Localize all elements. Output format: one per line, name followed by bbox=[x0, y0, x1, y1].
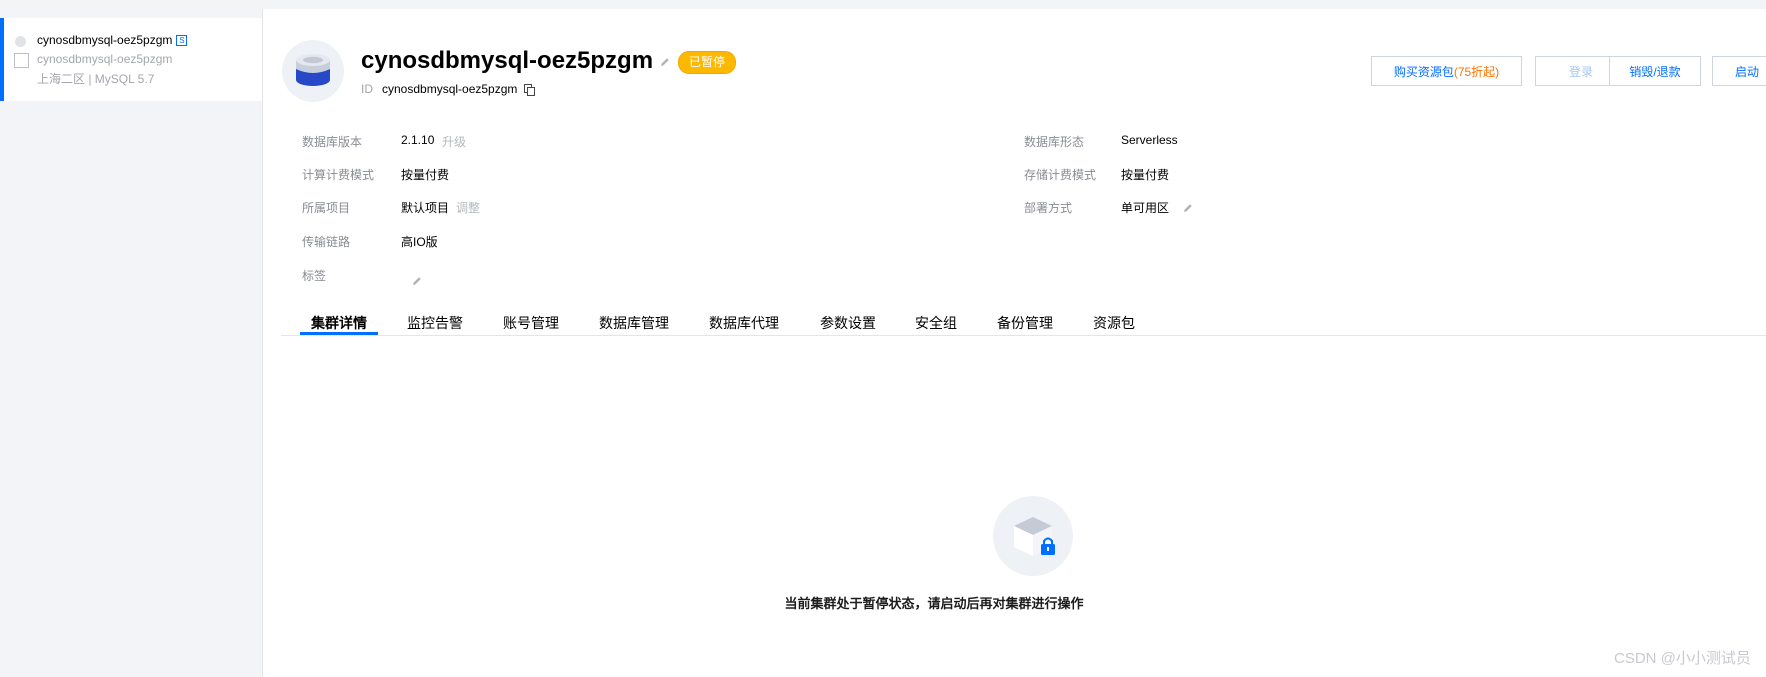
database-logo-icon bbox=[282, 40, 344, 102]
status-dot-icon bbox=[15, 36, 26, 47]
storage-billing-label: 存储计费模式 bbox=[1024, 168, 1097, 182]
db-form-label: 数据库形态 bbox=[1024, 135, 1085, 149]
id-label: ID bbox=[361, 82, 373, 96]
copy-icon[interactable] bbox=[524, 83, 535, 101]
buy-resource-pack-label: 购买资源包 bbox=[1393, 65, 1454, 79]
sidebar-instance-subname: cynosdbmysql-oez5pzgm bbox=[37, 52, 173, 66]
watermark: CSDN @小小测试员 bbox=[1614, 650, 1751, 667]
tabs-divider bbox=[281, 335, 1766, 336]
project-label: 所属项目 bbox=[302, 201, 351, 215]
db-form-value: Serverless bbox=[1121, 133, 1178, 147]
tab-cluster-details[interactable]: 集群详情 bbox=[311, 313, 367, 333]
status-badge: 已暂停 bbox=[678, 51, 737, 74]
tab-monitoring-alerts[interactable]: 监控告警 bbox=[407, 313, 463, 333]
edit-deploy-pencil-icon[interactable] bbox=[1182, 201, 1194, 219]
transport-value: 高IO版 bbox=[401, 235, 438, 249]
serverless-badge-icon: S bbox=[176, 35, 188, 46]
sidebar-instance-item[interactable]: cynosdbmysql-oez5pzgm S cynosdbmysql-oez5… bbox=[0, 18, 262, 101]
locked-box-icon bbox=[993, 496, 1073, 576]
empty-state-message-text: 当前集群处于暂停状态，请启动后再对集群进行操作 bbox=[784, 596, 1084, 611]
tab-database-proxy[interactable]: 数据库代理 bbox=[709, 313, 779, 333]
instance-checkbox[interactable] bbox=[14, 53, 29, 68]
buy-resource-pack-button[interactable]: 购买资源包(75折起) bbox=[1371, 56, 1522, 86]
id-value: cynosdbmysql-oez5pzgm bbox=[382, 82, 518, 96]
tab-backup-management[interactable]: 备份管理 bbox=[997, 313, 1053, 333]
sidebar-instance-name-text: cynosdbmysql-oez5pzgm bbox=[37, 33, 173, 47]
tags-label: 标签 bbox=[302, 269, 327, 283]
upgrade-link[interactable]: 升级 bbox=[442, 133, 466, 150]
transport-label: 传输链路 bbox=[302, 235, 351, 249]
edit-tags-pencil-icon[interactable] bbox=[411, 274, 423, 292]
destroy-refund-button[interactable]: 销毁/退款 bbox=[1609, 56, 1701, 86]
tab-resource-pack[interactable]: 资源包 bbox=[1093, 313, 1135, 333]
db-version-label: 数据库版本 bbox=[302, 135, 363, 149]
tab-database-management[interactable]: 数据库管理 bbox=[599, 313, 669, 333]
edit-name-pencil-icon[interactable] bbox=[659, 55, 671, 73]
start-button[interactable]: 启动 bbox=[1712, 56, 1766, 86]
empty-state-message: 当前集群处于暂停状态，请启动后再对集群进行操作 bbox=[0, 593, 1766, 612]
compute-billing-label: 计算计费模式 bbox=[302, 168, 375, 182]
db-version-value: 2.1.10 bbox=[401, 133, 435, 147]
tab-parameter-settings[interactable]: 参数设置 bbox=[820, 313, 876, 333]
tab-account-management[interactable]: 账号管理 bbox=[503, 313, 559, 333]
top-strip bbox=[0, 0, 1766, 9]
compute-billing-value: 按量付费 bbox=[401, 168, 450, 182]
sidebar-instance-meta: 上海二区 | MySQL 5.7 bbox=[37, 72, 155, 86]
tab-security-group[interactable]: 安全组 bbox=[915, 313, 957, 333]
adjust-project-link[interactable]: 调整 bbox=[456, 199, 480, 216]
instance-sidebar: cynosdbmysql-oez5pzgm S cynosdbmysql-oez5… bbox=[0, 9, 263, 677]
deploy-label: 部署方式 bbox=[1024, 201, 1073, 215]
sidebar-instance-name[interactable]: cynosdbmysql-oez5pzgm S bbox=[37, 33, 188, 47]
page-title: cynosdbmysql-oez5pzgm bbox=[361, 47, 654, 74]
deploy-value: 单可用区 bbox=[1121, 201, 1170, 215]
storage-billing-value: 按量付费 bbox=[1121, 168, 1170, 182]
project-value: 默认项目 bbox=[401, 201, 450, 215]
buy-promo-label: (75折起) bbox=[1453, 65, 1500, 79]
